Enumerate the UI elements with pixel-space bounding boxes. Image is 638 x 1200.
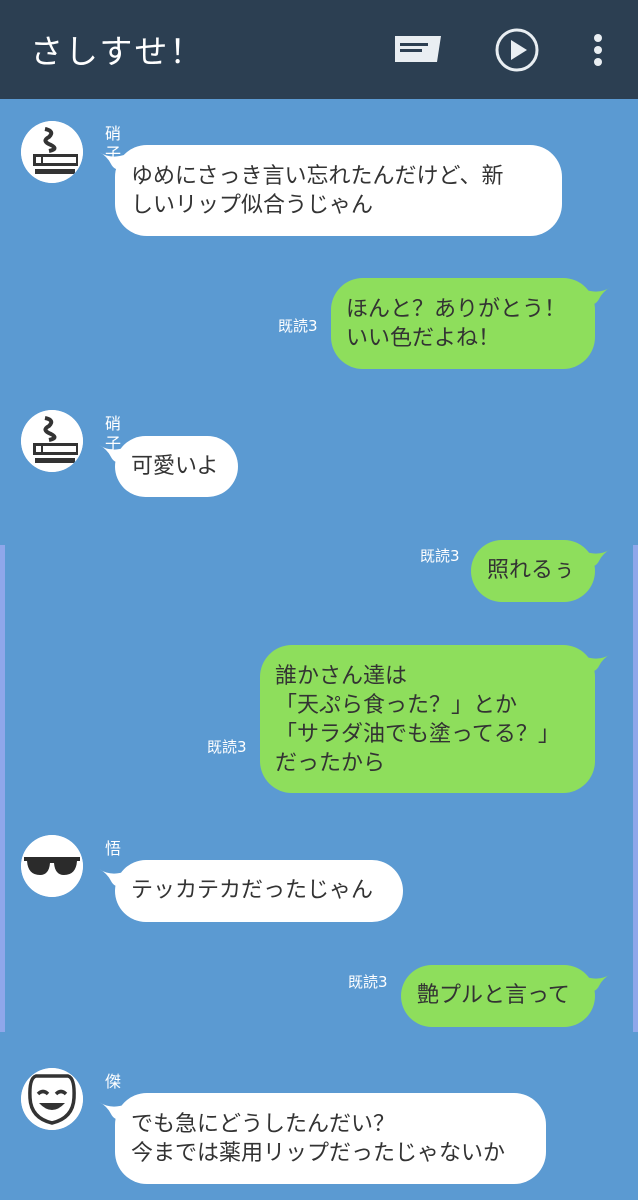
message-text: しいリップ似合うじゃん: [131, 193, 374, 218]
read-receipt: 既読3: [207, 738, 247, 756]
message-text: 誰かさん達は: [275, 664, 408, 689]
message-text: ほんと？ありがとう！: [346, 297, 567, 322]
message-bubble[interactable]: でも急にどうしたんだい？ 今までは薬用リップだったじゃないか: [115, 1093, 546, 1184]
right-scroll-edge[interactable]: [633, 545, 638, 1032]
message-text: ゆめにさっき言い忘れたんだけど、新: [131, 164, 504, 189]
message-text: いい色だよね！: [346, 326, 501, 351]
smoker-avatar: [21, 121, 83, 183]
read-receipt: 既読3: [278, 317, 318, 335]
message-text: 艶プルと言って: [417, 983, 570, 1008]
message-text: でも急にどうしたんだい？: [131, 1112, 396, 1137]
message-text: 照れるぅ: [487, 558, 576, 583]
message-text: だったから: [275, 751, 386, 776]
app-header: さしすせ！: [0, 0, 638, 99]
message-bubble[interactable]: 誰かさん達は 「天ぷら食った？」とか 「サラダ油でも塗ってる？」 だったから: [260, 645, 595, 793]
chat-title: さしすせ！: [30, 32, 205, 71]
message-bubble[interactable]: ゆめにさっき言い忘れたんだけど、新 しいリップ似合うじゃん: [115, 145, 562, 236]
message-bubble[interactable]: 可愛いよ: [115, 436, 238, 497]
message-text: 「天ぷら食った？」とか: [275, 693, 518, 718]
message-text: 可愛いよ: [131, 454, 219, 479]
more-vertical-icon[interactable]: [590, 33, 606, 67]
message-bubble[interactable]: 照れるぅ: [471, 540, 595, 602]
message-bubble[interactable]: ほんと？ありがとう！ いい色だよね！: [331, 278, 595, 369]
message-bubble[interactable]: 艶プルと言って: [401, 965, 595, 1027]
message-text: テッカテカだったじゃん: [131, 878, 374, 903]
message-icon[interactable]: [395, 36, 441, 64]
sunglasses-avatar: [21, 835, 83, 897]
smoker-avatar: [21, 410, 83, 472]
play-icon[interactable]: [494, 27, 540, 73]
message-text: 今までは薬用リップだったじゃないか: [131, 1141, 506, 1166]
sender-name: 悟: [105, 839, 122, 858]
sender-name: 傑: [105, 1072, 122, 1091]
message-bubble[interactable]: テッカテカだったじゃん: [115, 860, 403, 922]
smiling-mask-avatar: [21, 1068, 83, 1130]
message-text: 「サラダ油でも塗ってる？」: [275, 722, 560, 747]
read-receipt: 既読3: [420, 547, 460, 565]
left-scroll-edge: [0, 545, 5, 1032]
read-receipt: 既読3: [348, 973, 388, 991]
